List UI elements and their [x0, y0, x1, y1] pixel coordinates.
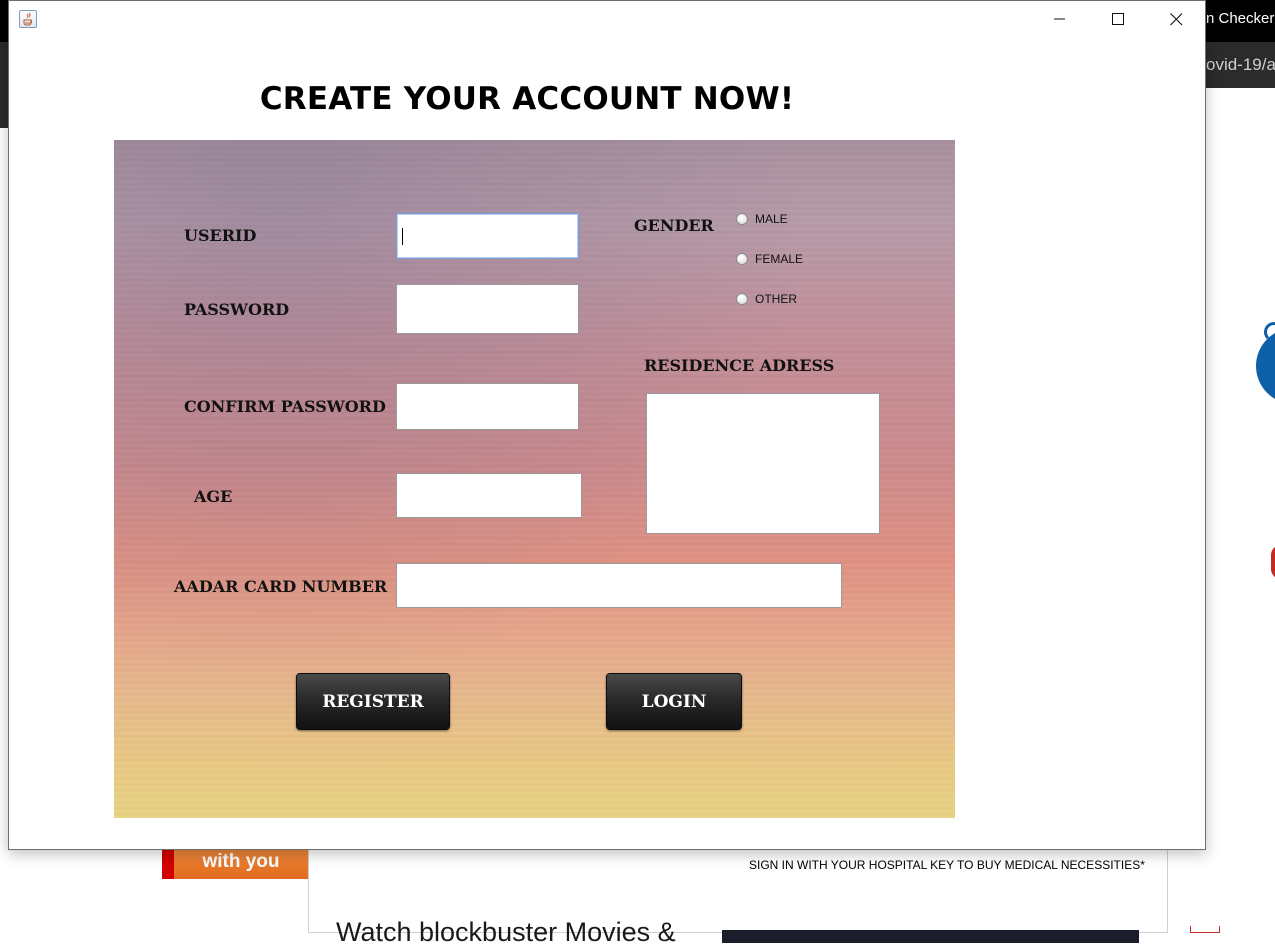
sunset-form-panel: USERID PASSWORD CONFIRM PASSWORD AGE AAD…	[114, 140, 955, 818]
radio-label-male: MALE	[755, 212, 788, 226]
radio-label-other: OTHER	[755, 292, 797, 306]
userid-input[interactable]	[396, 213, 579, 259]
background-logo-icon	[1256, 322, 1275, 404]
address-label: RESIDENCE ADRESS	[644, 356, 835, 375]
minimize-button[interactable]	[1037, 1, 1083, 37]
background-red-graphic	[1271, 545, 1275, 579]
browser-url-text[interactable]: ovid-19/a	[1206, 55, 1275, 75]
background-red-mark	[1190, 926, 1220, 933]
page-title: CREATE YOUR ACCOUNT NOW!	[259, 81, 795, 117]
address-textarea[interactable]	[646, 393, 880, 534]
gender-option-female[interactable]: FEMALE	[736, 252, 803, 266]
gender-label: GENDER	[634, 216, 714, 235]
radio-label-female: FEMALE	[755, 252, 804, 266]
register-button[interactable]: REGISTER	[296, 673, 450, 730]
password-label: PASSWORD	[184, 300, 290, 319]
background-signin-notice: SIGN IN WITH YOUR HOSPITAL KEY TO BUY ME…	[749, 858, 1145, 872]
background-promo-heading[interactable]: Watch blockbuster Movies &	[336, 917, 676, 948]
minimize-icon	[1054, 18, 1065, 20]
radio-button[interactable]	[736, 253, 748, 265]
userid-label: USERID	[184, 226, 257, 245]
background-ad-banner[interactable]: with you	[162, 848, 308, 879]
confirm-password-input[interactable]	[396, 383, 579, 430]
age-input[interactable]	[396, 473, 582, 518]
age-label: AGE	[194, 487, 233, 506]
radio-button[interactable]	[736, 293, 748, 305]
login-button[interactable]: LOGIN	[606, 673, 742, 730]
background-thumbnail[interactable]	[722, 930, 1139, 943]
maximize-button[interactable]	[1095, 1, 1141, 37]
confirm-password-label: CONFIRM PASSWORD	[184, 397, 386, 416]
password-input[interactable]	[396, 284, 579, 334]
text-caret	[402, 228, 403, 245]
gender-option-male[interactable]: MALE	[736, 212, 788, 226]
gender-option-other[interactable]: OTHER	[736, 292, 797, 306]
java-app-icon	[19, 10, 37, 28]
registration-window: CREATE YOUR ACCOUNT NOW! USERID PASSWORD…	[8, 0, 1206, 850]
maximize-icon	[1111, 12, 1124, 25]
aadar-input[interactable]	[396, 563, 842, 608]
close-icon	[1169, 12, 1182, 25]
browser-tab-title[interactable]: n Checker |	[1206, 10, 1275, 27]
close-button[interactable]	[1153, 1, 1199, 37]
radio-button[interactable]	[736, 213, 748, 225]
aadar-label: AADAR CARD NUMBER	[174, 577, 388, 596]
